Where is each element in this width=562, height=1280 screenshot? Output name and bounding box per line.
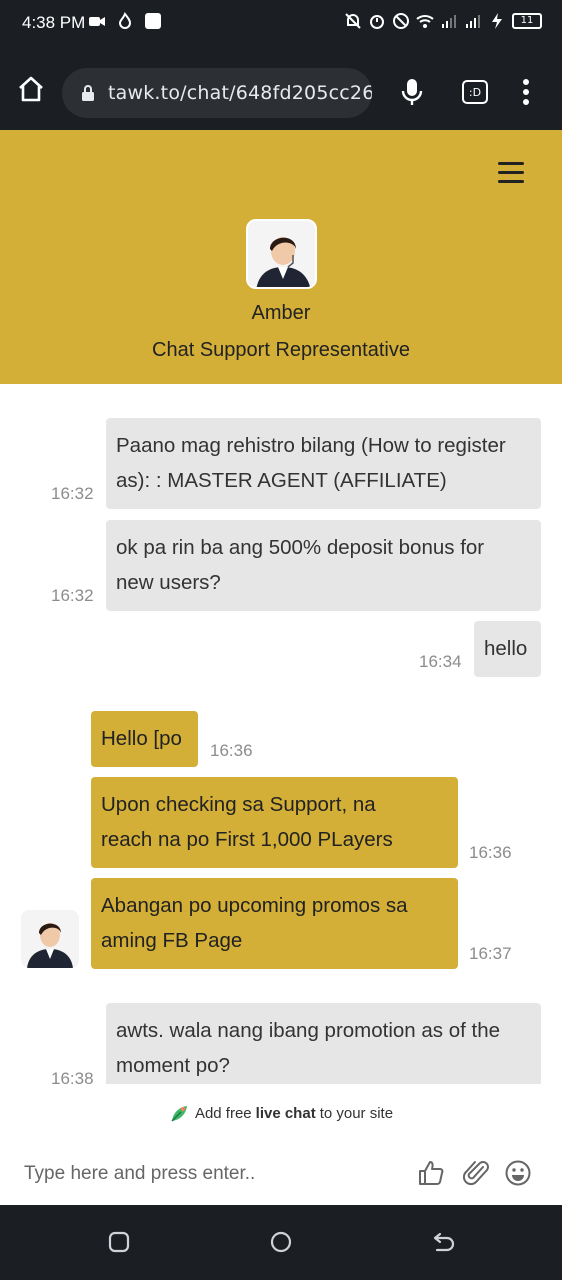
status-left-icons	[88, 12, 162, 30]
message-time: 16:36	[210, 741, 253, 760]
hamburger-menu-icon[interactable]	[498, 162, 524, 184]
message-input[interactable]	[24, 1154, 394, 1194]
agent-role: Chat Support Representative	[152, 339, 410, 361]
system-nav-bar	[0, 1205, 562, 1280]
tawk-logo-icon	[171, 1106, 187, 1122]
message-bubble-visitor: Paano mag rehistro bilang (How to regist…	[106, 418, 541, 509]
message-line: as): : MASTER AGENT (AFFILIATE)	[116, 469, 447, 492]
more-vert-icon[interactable]	[516, 78, 536, 106]
message-line: new users?	[116, 571, 221, 594]
message-time: 16:38	[51, 1069, 94, 1084]
emoji-icon[interactable]	[504, 1159, 532, 1187]
status-bar: 4:38 PM 11	[0, 0, 562, 46]
recents-icon[interactable]	[106, 1229, 132, 1255]
signal-icon	[442, 15, 456, 28]
alarm-icon	[370, 15, 384, 29]
message-bubble-visitor: ok pa rin ba ang 500% deposit bonus for …	[106, 520, 541, 611]
powered-suffix: to your site	[319, 1104, 394, 1122]
powered-prefix: Add free	[194, 1104, 252, 1122]
message-bubble-agent: Abangan po upcoming promos sa aming FB P…	[91, 878, 458, 969]
status-right-icons: 11	[344, 12, 542, 30]
agent-message-avatar	[21, 910, 79, 968]
message-list[interactable]: 16:32 Paano mag rehistro bilang (How to …	[0, 384, 562, 1084]
home-nav-icon[interactable]	[268, 1229, 294, 1255]
url-text: tawk.to/chat/648fd205cc26	[108, 82, 372, 104]
square-icon	[145, 13, 161, 29]
message-line: hello	[484, 637, 528, 660]
powered-by-link[interactable]: Add free live chat to your site	[0, 1094, 562, 1132]
message-line: aming FB Page	[101, 929, 243, 952]
dnd-icon	[393, 13, 409, 29]
message-line: moment po?	[116, 1054, 230, 1077]
back-icon[interactable]	[430, 1229, 456, 1255]
message-line: ok pa rin ba ang 500% deposit bonus for	[116, 536, 485, 559]
powered-bold: live chat	[255, 1104, 316, 1122]
chat-header: Amber Chat Support Representative	[0, 130, 562, 384]
message-bubble-agent: Hello [po	[91, 711, 198, 767]
tabs-button[interactable]: :D	[462, 80, 488, 104]
home-icon[interactable]	[16, 74, 46, 104]
browser-toolbar: tawk.to/chat/648fd205cc26 :D	[0, 46, 562, 130]
video-icon	[89, 17, 105, 26]
address-bar[interactable]: tawk.to/chat/648fd205cc26	[62, 68, 372, 118]
status-time: 4:38 PM	[22, 13, 86, 32]
agent-photo	[248, 221, 315, 287]
message-time: 16:37	[469, 944, 512, 963]
message-bubble-visitor: hello	[474, 621, 541, 677]
message-time: 16:34	[419, 652, 462, 671]
message-line: Paano mag rehistro bilang (How to regist…	[116, 434, 506, 457]
message-bubble-agent: Upon checking sa Support, na reach na po…	[91, 777, 458, 868]
agent-photo	[21, 910, 79, 968]
message-bubble-visitor: awts. wala nang ibang promotion as of th…	[106, 1003, 541, 1084]
flame-icon	[118, 12, 132, 29]
message-time: 16:32	[51, 586, 94, 605]
wifi-icon	[416, 15, 434, 28]
thumbs-up-icon[interactable]	[417, 1159, 445, 1187]
agent-name: Amber	[251, 302, 311, 324]
message-line: reach na po First 1,000 PLayers	[101, 828, 393, 851]
message-composer	[0, 1146, 562, 1204]
message-time: 16:36	[469, 843, 512, 862]
mute-icon	[345, 13, 361, 29]
message-line: Hello [po	[101, 727, 182, 750]
charging-icon	[492, 13, 502, 29]
message-line: awts. wala nang ibang promotion as of th…	[116, 1019, 501, 1042]
mic-icon[interactable]	[400, 77, 424, 107]
message-line: Upon checking sa Support, na	[101, 793, 376, 816]
message-line: Abangan po upcoming promos sa	[101, 894, 408, 917]
agent-avatar	[246, 219, 317, 289]
message-time: 16:32	[51, 484, 94, 503]
lock-icon	[82, 85, 94, 101]
battery-indicator: 11	[512, 13, 542, 29]
signal-icon	[466, 15, 480, 28]
attachment-icon[interactable]	[463, 1159, 491, 1187]
